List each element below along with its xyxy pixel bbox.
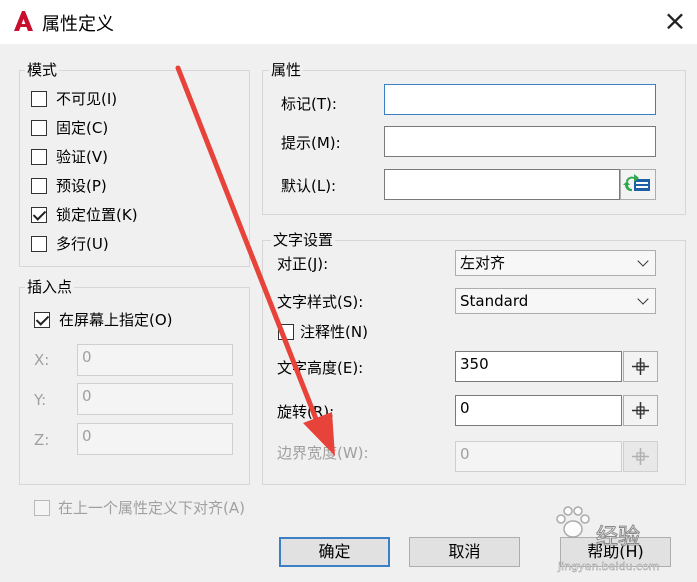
x-field: 0	[77, 344, 233, 376]
watermark-url: jingyan.baidu.com	[558, 560, 660, 573]
preset-checkbox[interactable]	[31, 178, 47, 194]
boundary-width-label: 边界宽度(W):	[277, 444, 369, 462]
justify-select[interactable]: 左对齐	[455, 250, 656, 276]
window-title: 属性定义	[42, 14, 114, 35]
lock-position-checkbox[interactable]	[31, 207, 47, 223]
pick-rotation-button[interactable]	[623, 395, 658, 426]
tag-label: 标记(T):	[281, 95, 337, 113]
pick-boundary-button	[623, 441, 658, 472]
rotation-label: 旋转(R):	[277, 403, 335, 421]
y-value: 0	[82, 387, 92, 405]
boundary-width-input: 0	[455, 441, 622, 472]
align-below-checkbox	[34, 500, 50, 516]
default-label: 默认(L):	[281, 177, 337, 195]
annotative-label: 注释性(N)	[300, 323, 368, 341]
text-height-input[interactable]: 350	[455, 351, 622, 382]
y-label: Y:	[34, 391, 47, 409]
prompt-label: 提示(M):	[281, 134, 341, 152]
insert-field-button[interactable]	[620, 169, 656, 200]
constant-label: 固定(C)	[56, 119, 109, 137]
annotative-checkbox[interactable]	[278, 324, 294, 340]
z-value: 0	[82, 427, 92, 445]
text-height-value: 350	[460, 355, 489, 373]
insert-point-group-title: 插入点	[25, 278, 75, 296]
ok-button[interactable]: 确定	[279, 537, 390, 567]
attribute-group-title: 属性	[269, 61, 304, 79]
verify-label: 验证(V)	[56, 148, 108, 166]
prompt-input[interactable]	[384, 126, 656, 157]
x-label: X:	[34, 351, 50, 369]
lock-position-label: 锁定位置(K)	[56, 206, 138, 224]
x-value: 0	[82, 348, 92, 366]
rotation-value: 0	[460, 399, 470, 417]
baidu-paw-icon	[553, 505, 593, 541]
specify-on-screen-checkbox[interactable]	[34, 312, 50, 328]
watermark-text: 经验	[595, 525, 641, 551]
preset-label: 预设(P)	[56, 177, 107, 195]
text-style-label: 文字样式(S):	[277, 293, 364, 311]
justify-label: 对正(J):	[277, 255, 329, 273]
pick-height-button[interactable]	[623, 351, 658, 382]
text-style-value: Standard	[460, 292, 529, 310]
text-settings-group-title: 文字设置	[271, 231, 336, 249]
multiline-checkbox[interactable]	[31, 236, 47, 252]
z-field: 0	[77, 423, 233, 455]
align-below-label: 在上一个属性定义下对齐(A)	[58, 499, 245, 517]
invisible-checkbox[interactable]	[31, 91, 47, 107]
rotation-input[interactable]: 0	[455, 395, 622, 426]
y-field: 0	[77, 383, 233, 415]
multiline-label: 多行(U)	[56, 235, 109, 253]
boundary-width-value: 0	[460, 445, 470, 463]
cancel-button[interactable]: 取消	[409, 537, 520, 567]
close-button[interactable]: ×	[660, 6, 690, 36]
z-label: Z:	[34, 431, 50, 449]
text-style-select[interactable]: Standard	[455, 288, 656, 314]
default-input[interactable]	[384, 169, 620, 200]
pick-point-icon	[632, 358, 649, 375]
justify-value: 左对齐	[460, 254, 506, 272]
pick-point-icon	[632, 402, 649, 419]
invisible-label: 不可见(I)	[56, 90, 118, 108]
mode-group	[19, 70, 250, 267]
specify-on-screen-label: 在屏幕上指定(O)	[59, 311, 173, 329]
autocad-logo-icon	[12, 10, 34, 32]
constant-checkbox[interactable]	[31, 120, 47, 136]
pick-point-icon	[632, 448, 649, 465]
mode-group-title: 模式	[25, 61, 60, 79]
text-height-label: 文字高度(E):	[277, 359, 364, 377]
tag-input[interactable]	[384, 84, 656, 115]
verify-checkbox[interactable]	[31, 149, 47, 165]
insert-field-icon	[623, 174, 650, 192]
